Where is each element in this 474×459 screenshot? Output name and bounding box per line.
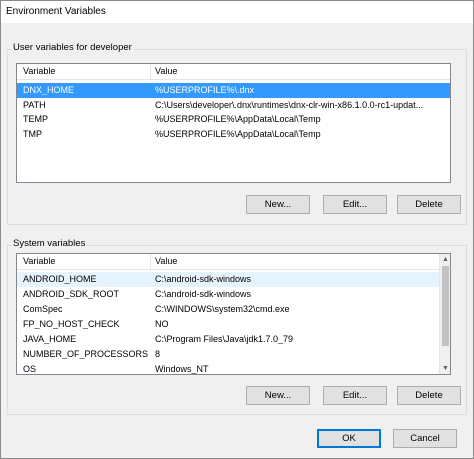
variable-value: %USERPROFILE%\AppData\Local\Temp: [155, 114, 321, 124]
system-delete-button[interactable]: Delete: [397, 386, 461, 405]
variable-value: C:\WINDOWS\system32\cmd.exe: [155, 304, 290, 314]
system-variable-row[interactable]: FP_NO_HOST_CHECK NO: [17, 317, 450, 332]
variable-value: Windows_NT: [155, 364, 209, 374]
column-header-value[interactable]: Value: [155, 256, 177, 266]
variable-name: ANDROID_HOME: [23, 274, 97, 284]
system-variable-row[interactable]: ANDROID_HOME C:\android-sdk-windows: [17, 272, 450, 287]
column-divider[interactable]: [150, 64, 151, 80]
user-variables-header: Variable Value: [17, 64, 450, 80]
user-delete-button[interactable]: Delete: [397, 195, 461, 214]
user-variable-row[interactable]: DNX_HOME %USERPROFILE%\.dnx: [17, 83, 450, 98]
variable-value: 8: [155, 349, 161, 359]
scroll-up-arrow-icon[interactable]: ▲: [440, 254, 450, 265]
variable-value: C:\android-sdk-windows: [155, 289, 252, 299]
variable-name: JAVA_HOME: [23, 334, 77, 344]
variable-name: TEMP: [23, 114, 49, 124]
system-variable-row[interactable]: NUMBER_OF_PROCESSORS 8: [17, 347, 450, 362]
variable-value: C:\Users\developer\.dnx\runtimes\dnx-clr…: [155, 99, 424, 110]
variable-name: OS: [23, 364, 37, 374]
variable-name: FP_NO_HOST_CHECK: [23, 319, 120, 329]
user-variables-label: User variables for developer: [11, 42, 134, 53]
variable-value: C:\android-sdk-windows: [155, 274, 252, 284]
user-variable-row[interactable]: PATH C:\Users\developer\.dnx\runtimes\dn…: [17, 98, 450, 113]
title-bar[interactable]: Environment Variables: [1, 1, 473, 23]
cancel-button[interactable]: Cancel: [393, 429, 457, 448]
system-new-button[interactable]: New...: [246, 386, 310, 405]
dialog-title: Environment Variables: [6, 6, 106, 17]
ok-button[interactable]: OK: [317, 429, 381, 448]
variable-value: C:\Program Files\Java\jdk1.7.0_79: [155, 334, 294, 344]
column-header-variable[interactable]: Variable: [23, 256, 55, 266]
system-variable-row[interactable]: ComSpec C:\WINDOWS\system32\cmd.exe: [17, 302, 450, 317]
system-variable-row[interactable]: OS Windows_NT: [17, 362, 450, 374]
system-variable-row[interactable]: JAVA_HOME C:\Program Files\Java\jdk1.7.0…: [17, 332, 450, 347]
variable-name: TMP: [23, 128, 42, 139]
variable-value: %USERPROFILE%\AppData\Local\Temp: [155, 128, 321, 139]
user-variable-row[interactable]: TEMP %USERPROFILE%\AppData\Local\Temp: [17, 112, 450, 127]
system-variable-row[interactable]: ANDROID_SDK_ROOT C:\android-sdk-windows: [17, 287, 450, 302]
variable-name: DNX_HOME: [23, 85, 75, 95]
user-edit-button[interactable]: Edit...: [323, 195, 387, 214]
variable-value: %USERPROFILE%\.dnx: [155, 85, 255, 95]
variable-name: ANDROID_SDK_ROOT: [23, 289, 120, 299]
system-edit-button[interactable]: Edit...: [323, 386, 387, 405]
column-header-variable[interactable]: Variable: [23, 66, 55, 76]
system-variables-list[interactable]: Variable Value ANDROID_HOME C:\android-s…: [16, 253, 451, 375]
column-header-value[interactable]: Value: [155, 66, 177, 76]
scrollbar-thumb[interactable]: [442, 266, 449, 346]
column-divider[interactable]: [150, 254, 151, 270]
scroll-down-arrow-icon[interactable]: ▼: [440, 363, 450, 374]
variable-value: NO: [155, 319, 169, 329]
variable-name: ComSpec: [23, 304, 63, 314]
user-variables-list[interactable]: Variable Value DNX_HOME %USERPROFILE%\.d…: [16, 63, 451, 183]
user-new-button[interactable]: New...: [246, 195, 310, 214]
system-variables-header: Variable Value: [17, 254, 450, 270]
environment-variables-dialog: Environment Variables User variables for…: [0, 0, 474, 459]
system-variables-label: System variables: [11, 238, 88, 249]
variable-name: NUMBER_OF_PROCESSORS: [23, 349, 148, 359]
vertical-scrollbar[interactable]: ▲ ▼: [439, 254, 450, 374]
user-variable-row[interactable]: TMP %USERPROFILE%\AppData\Local\Temp: [17, 127, 450, 142]
variable-name: PATH: [23, 99, 46, 110]
